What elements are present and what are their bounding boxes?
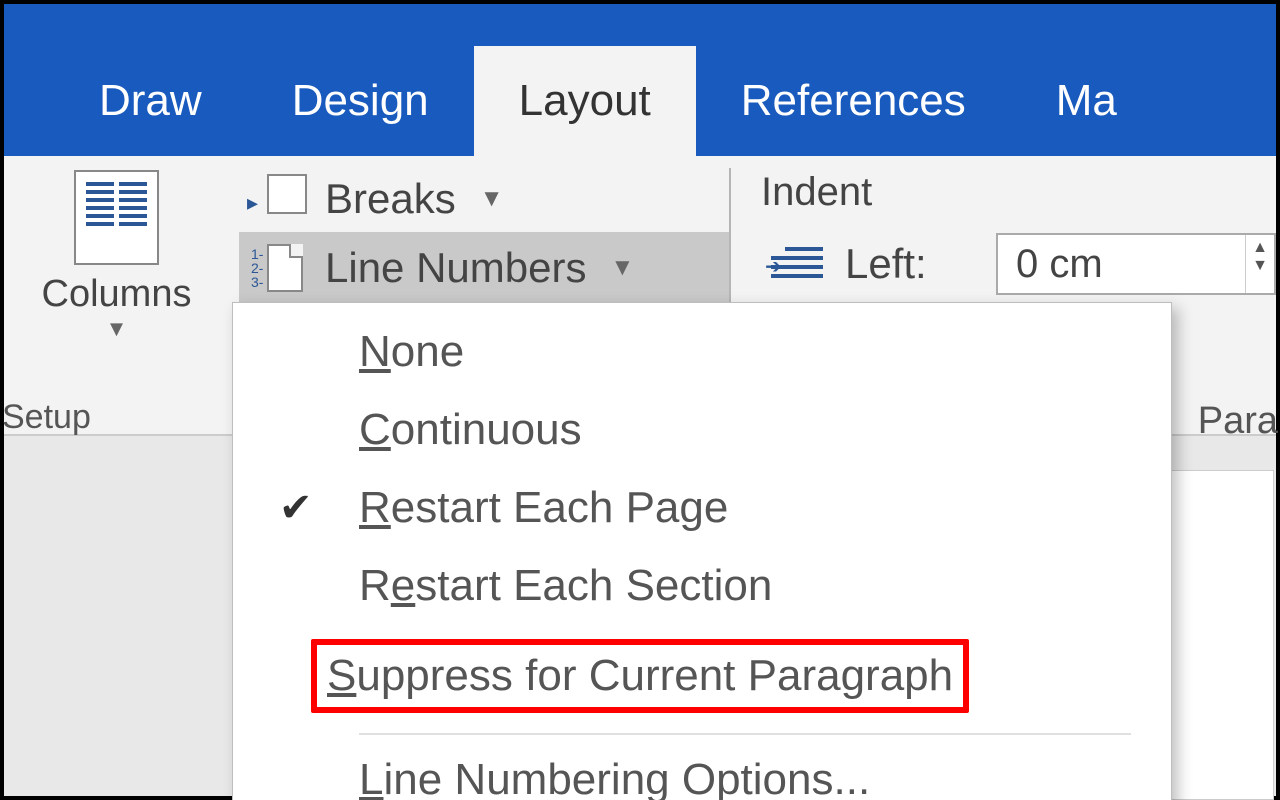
menu-item-suppress-current-paragraph[interactable]: Suppress for Current Paragraph — [233, 625, 1171, 727]
paragraph-group-label: Para — [1198, 400, 1278, 443]
tab-references[interactable]: References — [696, 46, 1011, 156]
line-numbers-label: Line Numbers — [325, 244, 586, 292]
line-numbers-menu: None Continuous ✔ Restart Each Page Rest… — [232, 302, 1172, 800]
word-window: Draw Design Layout References Ma Columns… — [0, 0, 1280, 800]
spinner-arrows[interactable]: ▲▼ — [1245, 235, 1274, 293]
indent-left-icon: ➔ — [771, 242, 823, 286]
breaks-icon: ▸ — [251, 174, 307, 224]
columns-button[interactable]: Columns ▼ Setup — [4, 156, 229, 434]
menu-item-line-numbering-options[interactable]: Line Numbering Options... — [233, 741, 1171, 800]
chevron-down-icon: ▼ — [610, 254, 634, 282]
indent-left-label: Left: — [845, 240, 927, 288]
tab-layout[interactable]: Layout — [474, 46, 696, 156]
chevron-down-icon: ▼ — [4, 316, 229, 342]
breaks-label: Breaks — [325, 175, 456, 223]
menu-item-restart-each-page[interactable]: ✔ Restart Each Page — [233, 469, 1171, 547]
ribbon-tabs: Draw Design Layout References Ma — [4, 4, 1276, 156]
menu-item-restart-each-section[interactable]: Restart Each Section — [233, 547, 1171, 625]
columns-icon — [74, 170, 159, 265]
line-numbers-icon: 1-2-3- — [251, 240, 307, 296]
menu-item-none[interactable]: None — [233, 313, 1171, 391]
tab-design[interactable]: Design — [247, 46, 474, 156]
indent-title: Indent — [731, 170, 1276, 215]
breaks-button[interactable]: ▸ Breaks ▼ — [239, 166, 729, 232]
indent-left-value[interactable] — [998, 235, 1245, 293]
indent-left-input[interactable]: ▲▼ — [996, 233, 1276, 295]
chevron-down-icon: ▼ — [480, 185, 504, 213]
line-numbers-button[interactable]: 1-2-3- Line Numbers ▼ — [239, 232, 729, 304]
tab-mailings[interactable]: Ma — [1011, 46, 1162, 156]
tutorial-highlight: Suppress for Current Paragraph — [311, 639, 969, 713]
columns-label: Columns — [4, 273, 229, 316]
check-icon: ✔ — [279, 485, 359, 531]
page-setup-group-label: Setup — [2, 398, 91, 437]
tab-draw[interactable]: Draw — [54, 46, 247, 156]
menu-separator — [359, 733, 1131, 735]
menu-item-continuous[interactable]: Continuous — [233, 391, 1171, 469]
